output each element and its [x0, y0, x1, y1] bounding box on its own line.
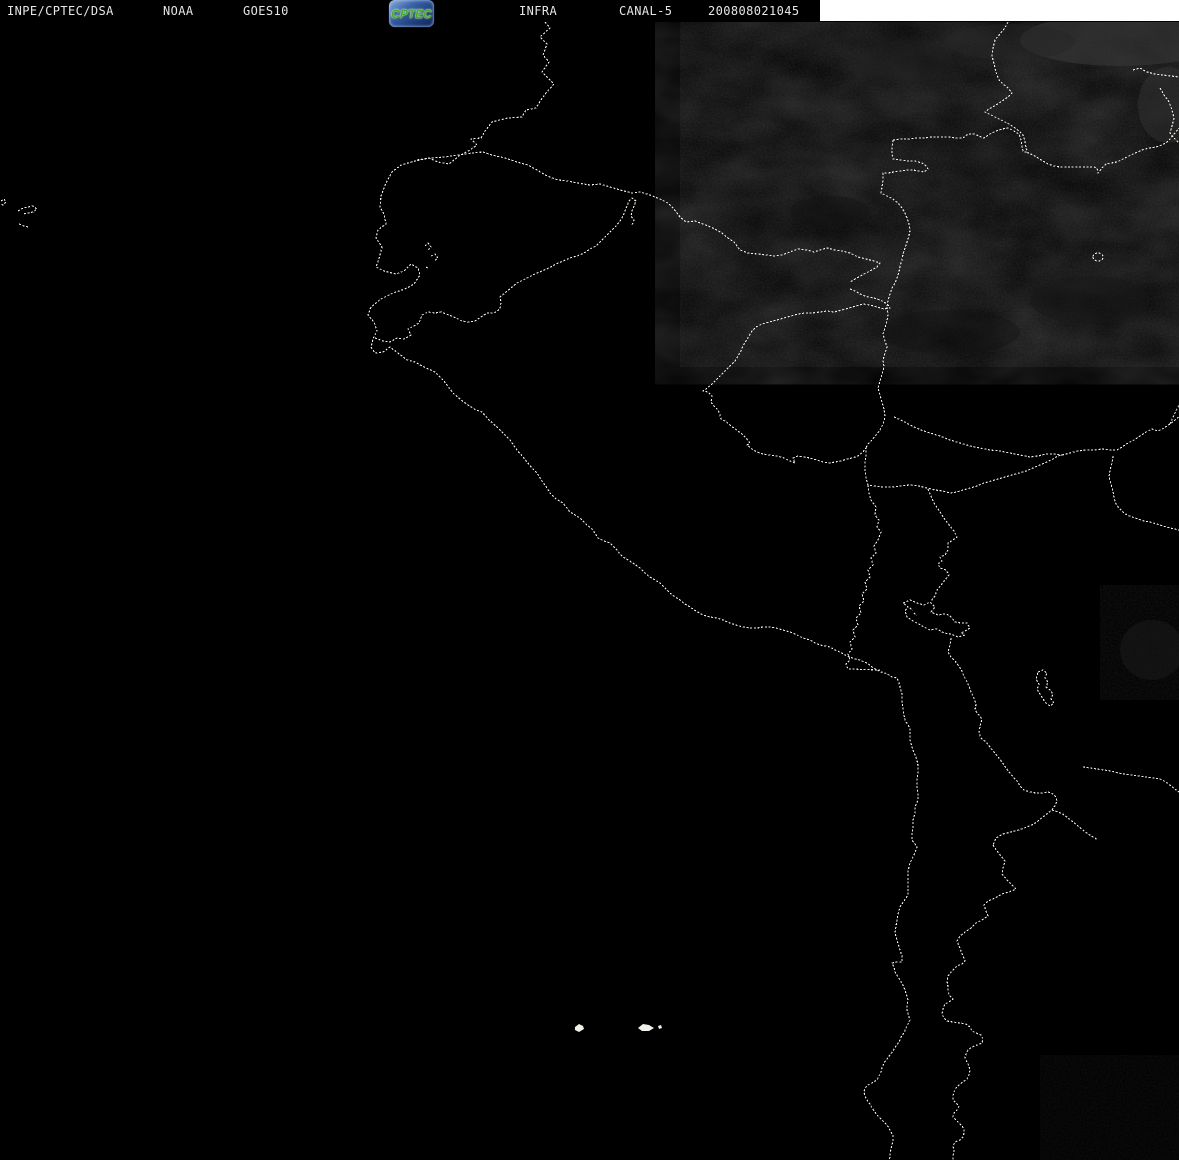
cptec-logo-text: CPTEC: [391, 7, 432, 21]
space-background: [0, 22, 1179, 1160]
satellite-label: GOES10: [243, 3, 289, 19]
header-bar: INPE/CPTEC/DSA NOAA GOES10 INFRA CANAL-5…: [0, 0, 1179, 22]
satellite-map: [0, 22, 1179, 1160]
cptec-logo: CPTEC: [389, 0, 434, 27]
timestamp-label: 200808021045: [708, 3, 800, 19]
product-label: INFRA: [519, 3, 557, 19]
noaa-label: NOAA: [163, 3, 194, 19]
satellite-image-viewer: INPE/CPTEC/DSA NOAA GOES10 INFRA CANAL-5…: [0, 0, 1179, 1160]
blank-corner-box: [820, 0, 1179, 21]
agency-label: INPE/CPTEC/DSA: [7, 3, 114, 19]
channel-label: CANAL-5: [619, 3, 672, 19]
